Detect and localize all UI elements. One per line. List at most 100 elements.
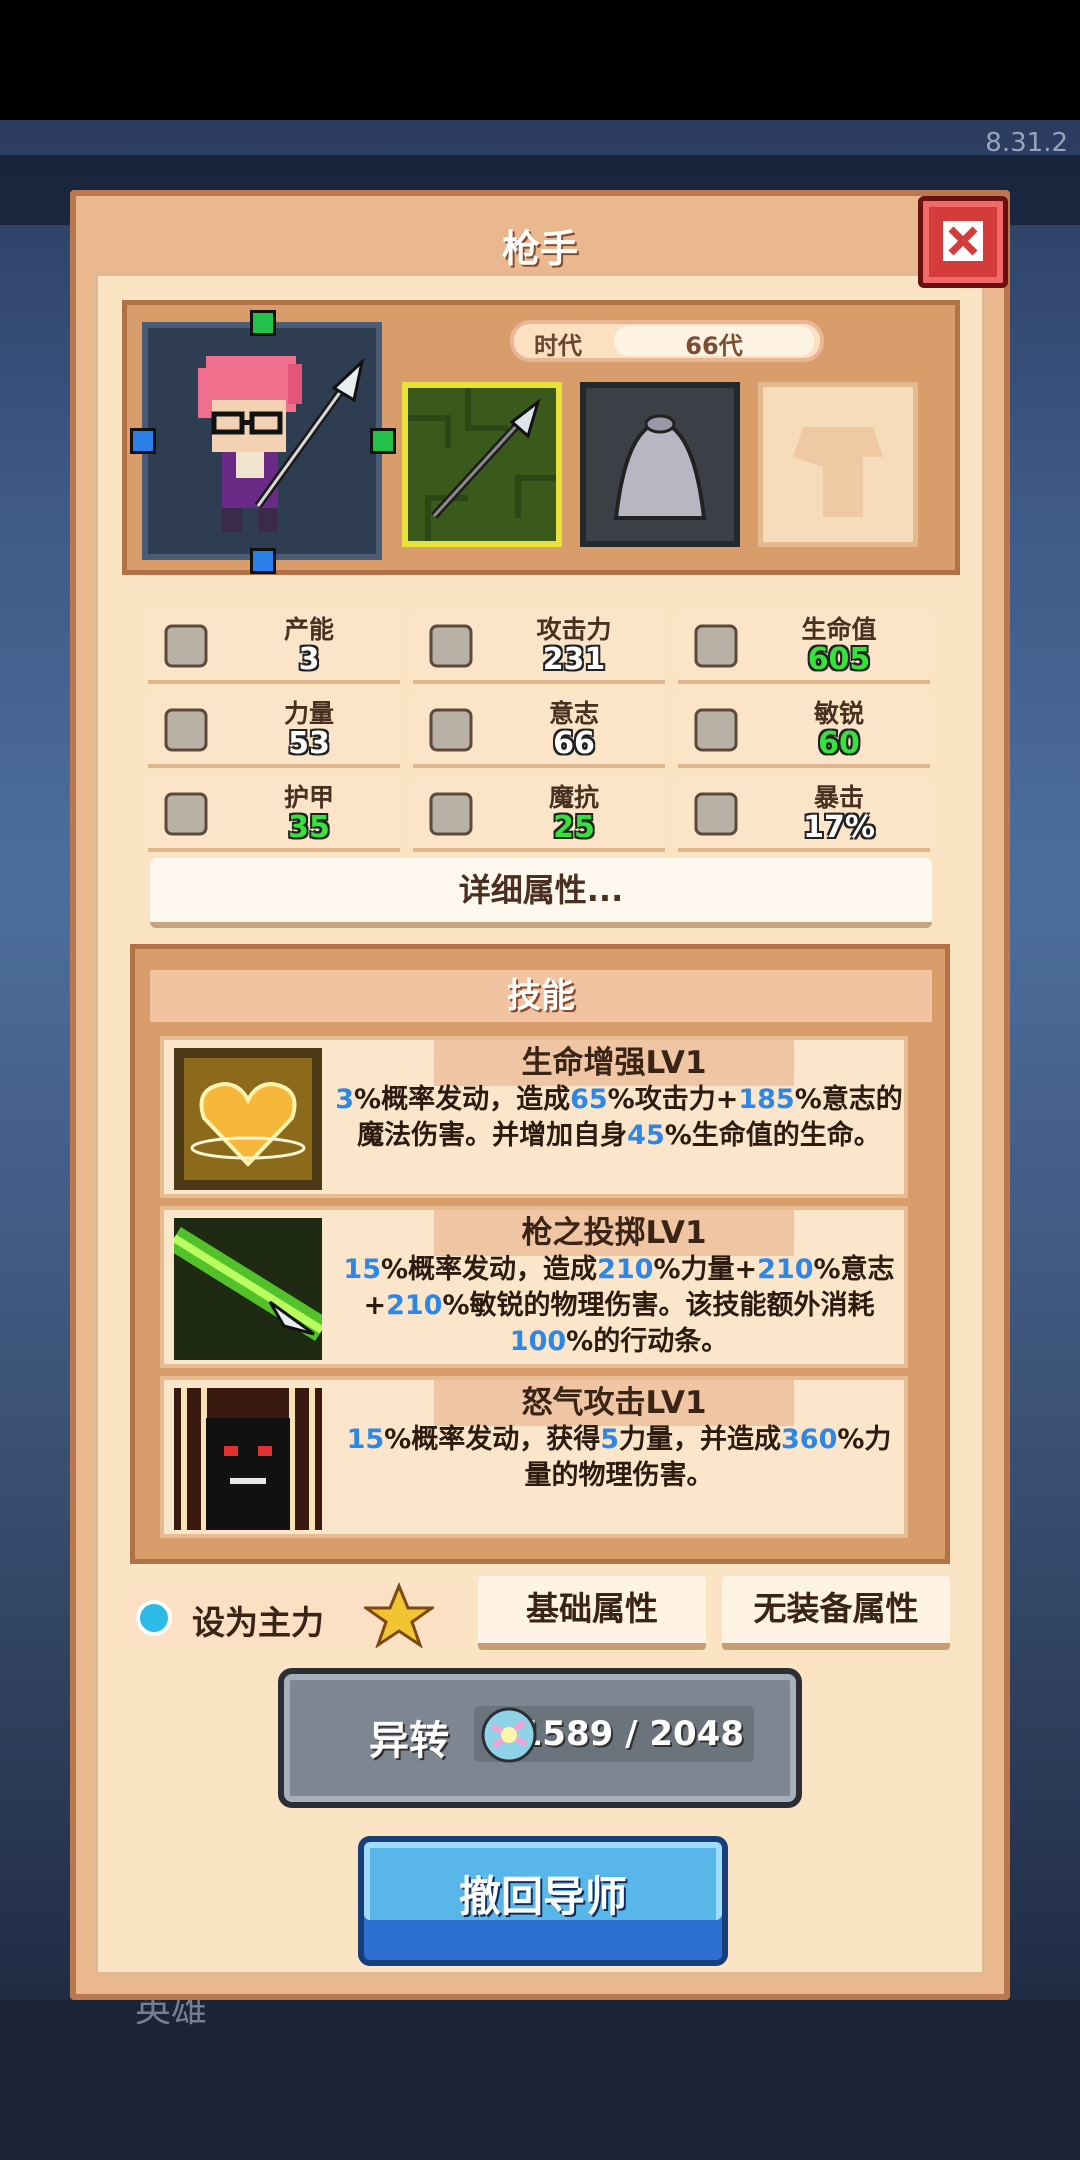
basic-attributes-button[interactable]: 基础属性 (478, 1576, 706, 1650)
skill-text: %的行动条。 (566, 1326, 729, 1357)
gunner-hero-sprite (198, 356, 365, 532)
stat-label: 力量 (283, 699, 334, 728)
stat-label: 敏锐 (813, 699, 864, 728)
stat-armor: 护甲 35 (148, 778, 400, 852)
skill-value: 360 (781, 1424, 838, 1455)
stat-value: 3 (298, 642, 320, 677)
armor-icon (164, 792, 208, 836)
era-label: 时代 (534, 332, 582, 360)
recall-mentor-button[interactable]: 撤回导师 (358, 1836, 728, 1966)
no-equipment-attributes-button[interactable]: 无装备属性 (722, 1576, 950, 1650)
stat-value: 231 (542, 642, 606, 677)
skill-description: 15%概率发动，造成210%力量+210%意志+210%敏锐的物理伤害。该技能额… (334, 1252, 904, 1360)
stat-label: 产能 (283, 615, 334, 644)
stat-crit: 暴击 17% (678, 778, 930, 852)
rage-attack-skill-icon (174, 1388, 322, 1530)
magic-resist-icon (429, 792, 473, 836)
close-button[interactable] (918, 196, 1008, 288)
skill-text: %力量+ (653, 1254, 758, 1285)
stat-value: 66 (553, 726, 595, 761)
heart-buff-skill-icon (174, 1048, 322, 1190)
stat-value: 60 (818, 726, 860, 761)
skill-value: 15 (343, 1254, 381, 1285)
stat-value: 605 (807, 642, 871, 677)
close-icon (943, 221, 983, 261)
detail-attributes-button[interactable]: 详细属性... (150, 858, 932, 928)
stat-label: 意志 (548, 699, 599, 728)
skill-value: 15 (346, 1424, 385, 1455)
skill-text: %概率发动，造成 (381, 1254, 598, 1285)
hero-portrait[interactable] (142, 322, 382, 560)
spear-icon (408, 388, 556, 541)
skill-text: %概率发动，造成 (354, 1084, 571, 1115)
skill-text: %概率发动，获得 (384, 1424, 601, 1455)
skill-name: 生命增强LV1 (434, 1040, 794, 1086)
stat-magic-resist: 魔抗 25 (413, 778, 665, 852)
skill-value: 210 (386, 1290, 443, 1321)
era-indicator: 时代 66代 (510, 320, 824, 362)
version-label: 8.31.2 (985, 128, 1068, 158)
skill-card[interactable]: 怒气攻击LV1 15%概率发动，获得5力量，并造成360%力量的物理伤害。 (160, 1376, 908, 1538)
set-main-label: 设为主力 (192, 1603, 324, 1642)
dialog-title: 枪手 (501, 227, 578, 271)
stat-value: 53 (288, 726, 330, 761)
empty-slot-silhouette-icon (793, 427, 883, 517)
selection-handle (250, 548, 276, 574)
stat-sword: 攻击力 231 (413, 610, 665, 684)
stat-label: 生命值 (801, 615, 877, 644)
rainbow-gem-icon (481, 1707, 537, 1763)
skill-value: 210 (597, 1254, 654, 1285)
skill-value: 65 (570, 1084, 608, 1115)
set-main-toggle[interactable]: 设为主力 (124, 1582, 464, 1648)
skill-value: 3 (335, 1084, 355, 1115)
skill-text: %生命值的生命。 (664, 1120, 881, 1151)
stat-strength: 力量 53 (148, 694, 400, 768)
transmute-label: 异转 (369, 1718, 449, 1764)
skill-text: %攻击力+ (607, 1084, 739, 1115)
stat-agility: 敏锐 60 (678, 694, 930, 768)
skill-text: 力量，并造成 (619, 1424, 781, 1455)
will-icon (429, 708, 473, 752)
stat-label: 魔抗 (548, 783, 599, 812)
skill-description: 3%概率发动，造成65%攻击力+185%意志的魔法伤害。并增加自身45%生命值的… (334, 1082, 904, 1154)
skills-title: 技能 (150, 970, 932, 1022)
skill-description: 15%概率发动，获得5力量，并造成360%力量的物理伤害。 (334, 1422, 904, 1494)
skill-value: 100 (509, 1326, 567, 1357)
weapon-slot[interactable] (402, 382, 562, 547)
skill-value: 185 (738, 1084, 795, 1115)
health-cross-icon (694, 624, 738, 668)
star-icon (364, 1582, 434, 1648)
stat-label: 护甲 (283, 783, 334, 812)
selection-handle (370, 428, 396, 454)
stat-value: 17% (803, 810, 875, 845)
radio-icon (136, 1600, 172, 1636)
selection-handle (130, 428, 156, 454)
armor-slot[interactable] (580, 382, 740, 547)
spear-throw-skill-icon (174, 1218, 322, 1360)
production-icon (164, 624, 208, 668)
stat-value: 35 (288, 810, 330, 845)
skill-card[interactable]: 生命增强LV1 3%概率发动，造成65%攻击力+185%意志的魔法伤害。并增加自… (160, 1036, 908, 1198)
stat-health-cross: 生命值 605 (678, 610, 930, 684)
strength-icon (164, 708, 208, 752)
sword-icon (429, 624, 473, 668)
stat-value: 25 (553, 810, 595, 845)
crit-icon (694, 792, 738, 836)
accessory-slot-empty[interactable] (758, 382, 918, 547)
selection-handle (250, 310, 276, 336)
stat-label: 攻击力 (536, 615, 612, 644)
agility-icon (694, 708, 738, 752)
stat-will: 意志 66 (413, 694, 665, 768)
stat-label: 暴击 (813, 783, 864, 812)
skill-value: 210 (757, 1254, 814, 1285)
chainmail-hood-icon (613, 414, 707, 520)
skill-text: %敏锐的物理伤害。该技能额外消耗 (442, 1290, 875, 1321)
era-value: 66代 (614, 326, 814, 360)
transmute-button[interactable]: 异转 1589 / 2048 (278, 1668, 802, 1808)
skill-value: 45 (627, 1120, 665, 1151)
skill-value: 5 (600, 1424, 619, 1455)
stat-production: 产能 3 (148, 610, 400, 684)
skill-name: 枪之投掷LV1 (434, 1210, 794, 1256)
skill-card[interactable]: 枪之投掷LV1 15%概率发动，造成210%力量+210%意志+210%敏锐的物… (160, 1206, 908, 1368)
skill-name: 怒气攻击LV1 (434, 1380, 794, 1426)
